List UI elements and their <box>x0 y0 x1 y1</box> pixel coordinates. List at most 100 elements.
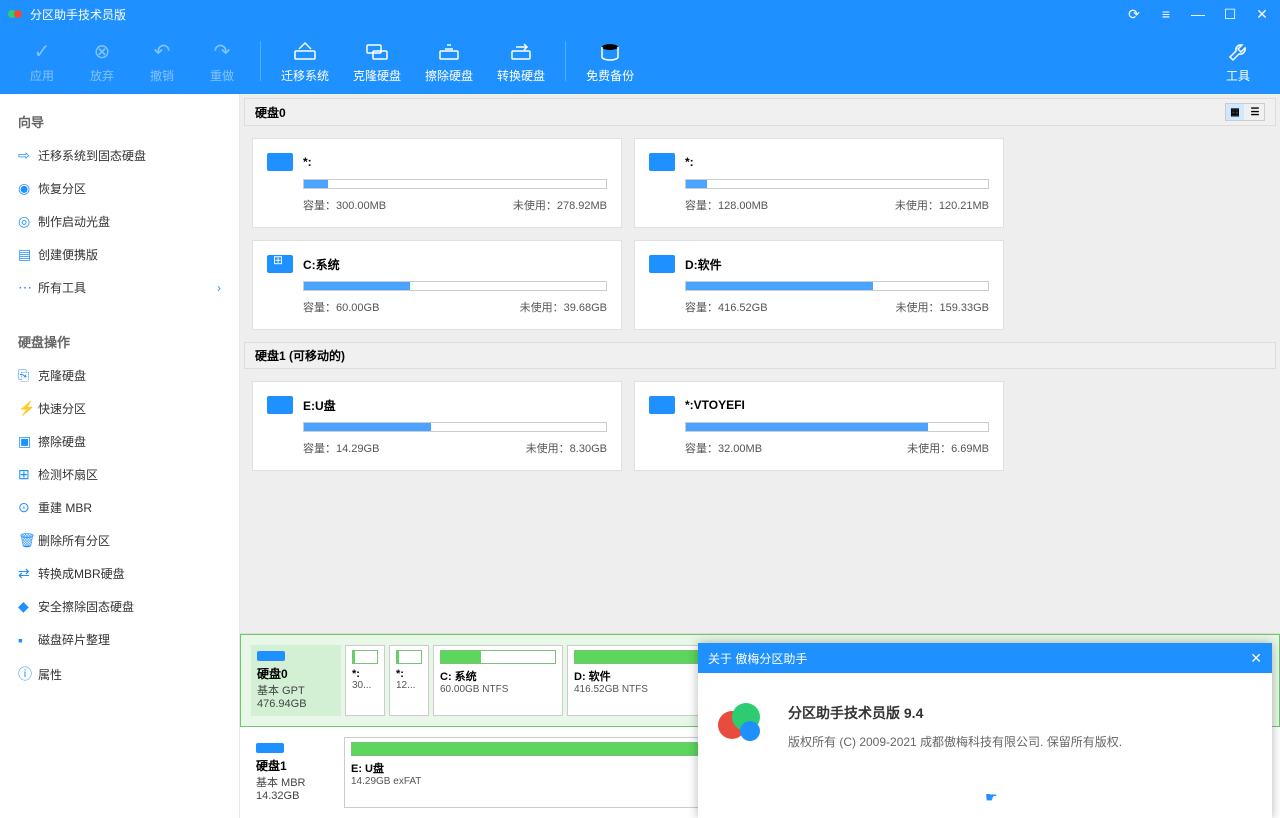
map-part-size: 12... <box>396 680 422 691</box>
map-part-name: C: 系统 <box>440 668 556 684</box>
sidebar-item[interactable]: ⇨迁移系统到固态硬盘 <box>0 139 239 172</box>
sidebar: 向导 ⇨迁移系统到固态硬盘◉恢复分区◎制作启动光盘▤创建便携版⋯所有工具› 硬盘… <box>0 94 240 818</box>
partition-card[interactable]: E:U盘容量：14.29GB未使用：8.30GB <box>252 381 622 471</box>
migrate-button[interactable]: 迁移系统 <box>269 35 341 88</box>
capacity-label: 容量：128.00MB <box>685 197 768 213</box>
map-usage-bar <box>440 650 556 664</box>
menu-icon[interactable]: ≡ <box>1156 6 1176 23</box>
map-partition[interactable]: *:12... <box>389 645 429 716</box>
redo-button[interactable]: ↷重做 <box>192 35 252 88</box>
close-icon[interactable]: ✕ <box>1252 6 1272 23</box>
free-label: 未使用：6.69MB <box>907 440 989 456</box>
tools-button[interactable]: 工具 <box>1208 35 1268 88</box>
side-icon: ⊞ <box>18 466 38 483</box>
refresh-icon[interactable]: ⟳ <box>1124 6 1144 23</box>
map-part-name: *: <box>352 668 378 680</box>
partition-card[interactable]: D:软件容量：416.52GB未使用：159.33GB <box>634 240 1004 330</box>
side-label: 擦除硬盘 <box>38 433 221 450</box>
convert-button[interactable]: 转换硬盘 <box>485 35 557 88</box>
side-label: 制作启动光盘 <box>38 213 221 230</box>
redo-icon: ↷ <box>214 39 231 65</box>
undo-button[interactable]: ↶撤销 <box>132 35 192 88</box>
capacity-label: 容量：32.00MB <box>685 440 762 456</box>
view-toggle[interactable]: ▦☰ <box>1225 103 1265 121</box>
side-label: 属性 <box>38 666 221 683</box>
sidebar-item[interactable]: ▤创建便携版 <box>0 238 239 271</box>
about-close-icon[interactable]: ✕ <box>1250 650 1262 667</box>
partition-name: C:系统 <box>303 256 340 273</box>
drive-icon <box>267 396 293 414</box>
side-label: 删除所有分区 <box>38 532 221 549</box>
minimize-icon[interactable]: — <box>1188 6 1208 23</box>
check-icon: ✓ <box>34 39 51 65</box>
drive-icon <box>649 153 675 171</box>
partition-name: *:VTOYEFI <box>685 398 745 412</box>
discard-button[interactable]: ⊗放弃 <box>72 35 132 88</box>
sidebar-item[interactable]: ⊞检测坏扇区 <box>0 458 239 491</box>
about-copyright: 版权所有 (C) 2009-2021 成都傲梅科技有限公司. 保留所有版权. <box>788 733 1122 750</box>
side-icon: ▪ <box>18 632 38 648</box>
disk-icon <box>257 651 285 661</box>
chevron-right-icon: › <box>217 281 221 295</box>
partition-card[interactable]: *:容量：300.00MB未使用：278.92MB <box>252 138 622 228</box>
wizard-header: 向导 <box>0 104 239 139</box>
convert-icon <box>509 39 533 65</box>
map-partition[interactable]: C: 系统60.00GB NTFS <box>433 645 563 716</box>
partition-card[interactable]: *:VTOYEFI 容量：32.00MB 未使用：6.69MB <box>634 381 1004 471</box>
map-partition[interactable]: *:30... <box>345 645 385 716</box>
sidebar-item[interactable]: ⎘克隆硬盘 <box>0 359 239 392</box>
drive-icon <box>649 396 675 414</box>
clone-button[interactable]: 克隆硬盘 <box>341 35 413 88</box>
side-label: 重建 MBR <box>38 499 221 516</box>
wipe-button[interactable]: 擦除硬盘 <box>413 35 485 88</box>
capacity-label: 容量：300.00MB <box>303 197 386 213</box>
side-label: 安全擦除固态硬盘 <box>38 598 221 615</box>
side-icon: ⎘ <box>18 367 38 384</box>
drive-icon <box>267 255 293 273</box>
disk-icon <box>256 743 284 753</box>
disk-list: 硬盘0 ▦☰ *:容量：300.00MB未使用：278.92MB*:容量：128… <box>240 94 1280 633</box>
sidebar-item[interactable]: ◉恢复分区 <box>0 172 239 205</box>
sidebar-item[interactable]: ▣擦除硬盘 <box>0 425 239 458</box>
map-part-size: 60.00GB NTFS <box>440 684 556 695</box>
sidebar-item[interactable]: ⚡快速分区 <box>0 392 239 425</box>
side-icon: ⚡ <box>18 400 38 417</box>
partition-card[interactable]: C:系统容量：60.00GB未使用：39.68GB <box>252 240 622 330</box>
sidebar-item[interactable]: ⊙重建 MBR <box>0 491 239 524</box>
backup-icon <box>598 39 622 65</box>
map-part-size: 30... <box>352 680 378 691</box>
usage-bar <box>685 422 989 432</box>
side-icon: ◉ <box>18 180 38 197</box>
about-link-icon[interactable]: ☛ <box>985 789 998 806</box>
apply-button[interactable]: ✓应用 <box>12 35 72 88</box>
usage-bar <box>303 179 607 189</box>
toolbar: ✓应用 ⊗放弃 ↶撤销 ↷重做 迁移系统 克隆硬盘 擦除硬盘 转换硬盘 免费备份… <box>0 28 1280 94</box>
side-icon: ⇄ <box>18 565 38 582</box>
partition-name: *: <box>685 155 694 169</box>
sidebar-item[interactable]: ◎制作启动光盘 <box>0 205 239 238</box>
free-label: 未使用：8.30GB <box>526 440 607 456</box>
disk0-label: 硬盘0 基本 GPT 476.94GB <box>251 645 341 716</box>
maximize-icon[interactable]: ☐ <box>1220 6 1240 23</box>
sidebar-item[interactable]: ⇄转换成MBR硬盘 <box>0 557 239 590</box>
side-icon: 🗑 <box>18 532 38 549</box>
migrate-icon <box>293 39 317 65</box>
disk1-label: 硬盘1 基本 MBR 14.32GB <box>250 737 340 808</box>
capacity-label: 容量：14.29GB <box>303 440 379 456</box>
side-label: 快速分区 <box>38 400 221 417</box>
side-icon: ◎ <box>18 213 38 230</box>
side-label: 转换成MBR硬盘 <box>38 565 221 582</box>
disk1-header: 硬盘1 (可移动的) <box>244 342 1276 369</box>
sidebar-item[interactable]: ⋯所有工具› <box>0 271 239 304</box>
sidebar-item[interactable]: ⓘ属性 <box>0 656 239 692</box>
sidebar-item[interactable]: ◆安全擦除固态硬盘 <box>0 590 239 623</box>
partition-card[interactable]: *:容量：128.00MB未使用：120.21MB <box>634 138 1004 228</box>
map-usage-bar <box>352 650 378 664</box>
sidebar-item[interactable]: ▪磁盘碎片整理 <box>0 623 239 656</box>
backup-button[interactable]: 免费备份 <box>574 35 646 88</box>
cancel-icon: ⊗ <box>94 39 111 65</box>
side-icon: ⇨ <box>18 147 38 164</box>
sidebar-item[interactable]: 🗑删除所有分区 <box>0 524 239 557</box>
app-logo-icon <box>8 6 24 22</box>
wipe-icon <box>437 39 461 65</box>
